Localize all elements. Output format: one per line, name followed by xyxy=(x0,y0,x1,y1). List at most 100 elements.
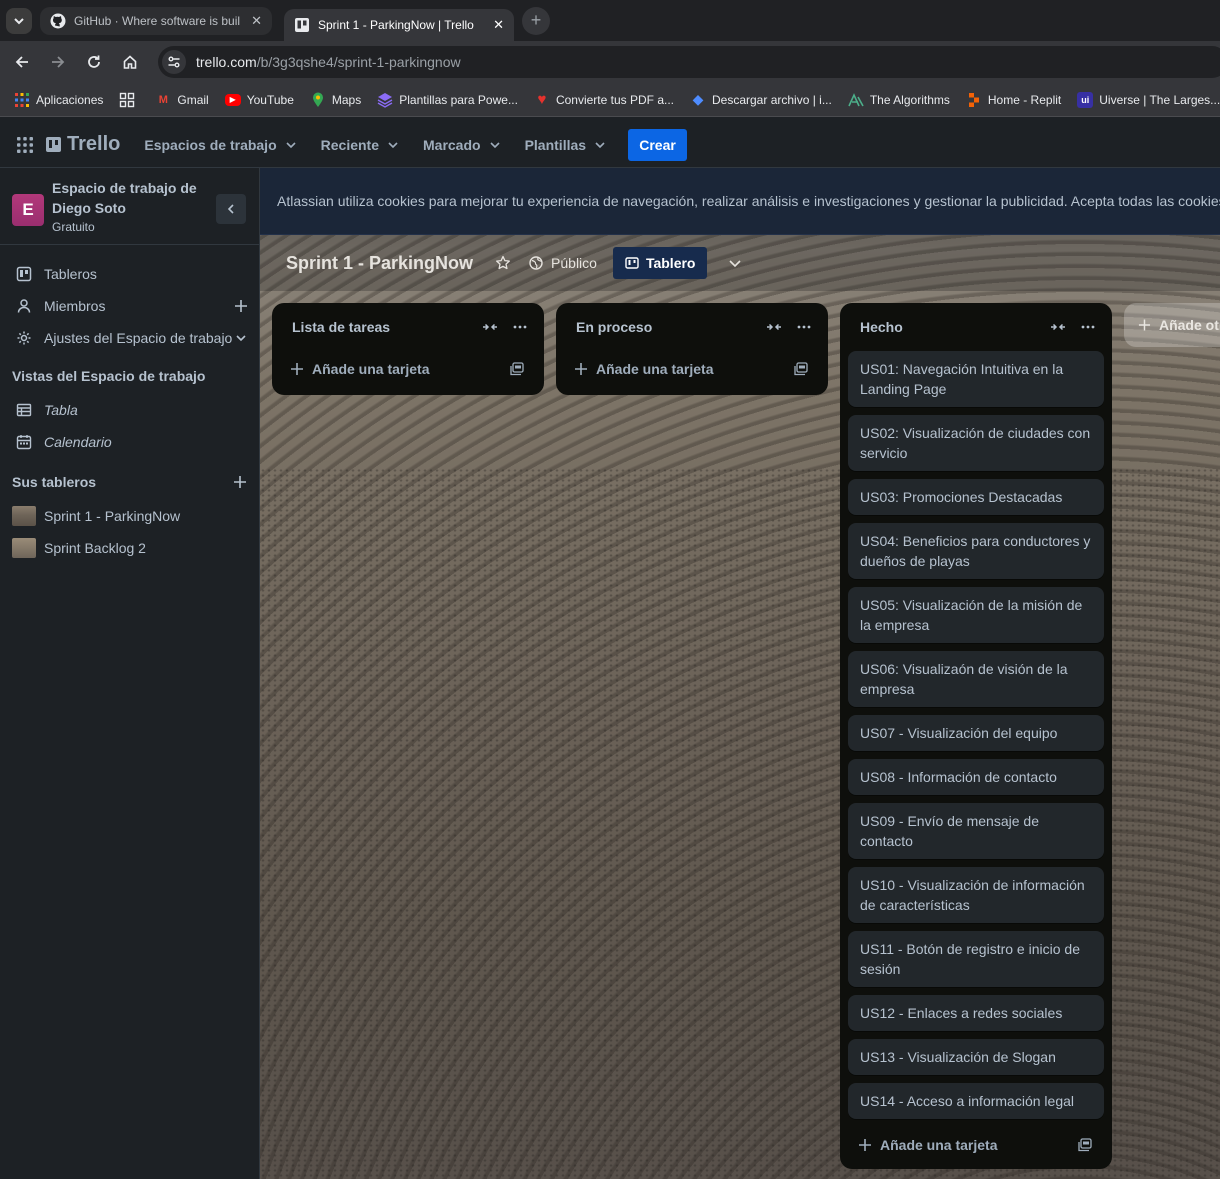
cookie-banner: Atlassian utiliza cookies para mejorar t… xyxy=(260,168,1220,235)
card[interactable]: US14 - Acceso a información legal xyxy=(848,1083,1104,1119)
add-list-button[interactable]: Añade otra lista xyxy=(1124,303,1220,347)
bookmark-youtube[interactable]: ▶ YouTube xyxy=(224,93,294,107)
plus-icon xyxy=(1138,319,1151,331)
plus-icon xyxy=(859,1139,871,1151)
sidebar-board-sprint-1[interactable]: Sprint 1 - ParkingNow xyxy=(0,500,259,532)
card[interactable]: US11 - Botón de registro e inicio de ses… xyxy=(848,931,1104,987)
card[interactable]: US13 - Visualización de Slogan xyxy=(848,1039,1104,1075)
sidebar-item-miembros[interactable]: Miembros xyxy=(0,290,259,322)
card[interactable]: US08 - Información de contacto xyxy=(848,759,1104,795)
close-tab-icon[interactable]: ✕ xyxy=(251,13,262,29)
bookmark-descargar-archivo[interactable]: ◆ Descargar archivo | i... xyxy=(690,91,832,108)
add-member-plus-icon[interactable] xyxy=(233,298,249,314)
star-icon[interactable] xyxy=(495,255,511,271)
visibility-label: Público xyxy=(551,255,597,271)
all-bookmarks-grid-icon[interactable] xyxy=(119,92,135,108)
board-view-icon xyxy=(625,257,639,269)
card-template-icon[interactable] xyxy=(1078,1138,1092,1152)
url-path: /b/3g3qshe4/sprint-1-parkingnow xyxy=(256,54,461,70)
workspace-name[interactable]: Espacio de trabajo de Diego Soto xyxy=(52,178,212,218)
more-options-icon[interactable] xyxy=(796,319,812,335)
browser-tab-github[interactable]: GitHub · Where software is buil ✕ xyxy=(40,6,272,35)
bookmark-the-algorithms[interactable]: The Algorithms xyxy=(848,92,950,108)
board-view-button[interactable]: Tablero xyxy=(612,247,708,279)
visibility-button[interactable]: Público xyxy=(529,255,597,271)
sidebar-view-calendario[interactable]: Calendario xyxy=(0,426,259,458)
card[interactable]: US05: Visualización de la misión de la e… xyxy=(848,587,1104,643)
list-header[interactable]: En proceso xyxy=(564,303,820,351)
bookmark-label: Plantillas para Powe... xyxy=(399,92,518,107)
card[interactable]: US01: Navegación Intuitiva en la Landing… xyxy=(848,351,1104,407)
card[interactable]: US06: Visualizaón de visión de la empres… xyxy=(848,651,1104,707)
chevron-left-icon xyxy=(227,204,234,214)
sidebar-item-tableros[interactable]: Tableros xyxy=(0,258,259,290)
add-board-plus-icon[interactable] xyxy=(232,474,248,490)
bookmark-convierte-pdf[interactable]: ♥ Convierte tus PDF a... xyxy=(534,91,675,108)
back-arrow-icon[interactable] xyxy=(8,48,36,76)
calendar-icon xyxy=(16,435,32,450)
collapse-list-icon[interactable] xyxy=(1050,320,1066,334)
workspace-avatar[interactable]: E xyxy=(12,194,44,226)
card[interactable]: US09 - Envío de mensaje de contacto xyxy=(848,803,1104,859)
card[interactable]: US04: Beneficios para conductores y dueñ… xyxy=(848,523,1104,579)
bookmark-uiverse[interactable]: ui Uiverse | The Larges... xyxy=(1077,91,1220,108)
nav-marcado[interactable]: Marcado xyxy=(423,137,501,153)
collapse-list-icon[interactable] xyxy=(482,320,498,334)
nav-label: Espacios de trabajo xyxy=(144,136,277,153)
board-title[interactable]: Sprint 1 - ParkingNow xyxy=(286,253,473,274)
more-options-icon[interactable] xyxy=(512,319,528,335)
card[interactable]: US03: Promociones Destacadas xyxy=(848,479,1104,515)
card-template-icon[interactable] xyxy=(510,362,524,376)
collapse-sidebar-button[interactable] xyxy=(216,194,246,224)
site-settings-icon[interactable] xyxy=(162,50,186,74)
collapse-list-icon[interactable] xyxy=(766,320,782,334)
home-icon[interactable] xyxy=(116,48,144,76)
nav-espacios-de-trabajo[interactable]: Espacios de trabajo xyxy=(144,137,296,153)
sidebar-view-label: Tabla xyxy=(44,402,78,418)
app-switcher-icon[interactable] xyxy=(16,136,34,154)
new-tab-plus-icon[interactable]: + xyxy=(522,6,550,35)
add-card-label: Añade una tarjeta xyxy=(880,1137,998,1153)
list-header[interactable]: Hecho xyxy=(848,303,1104,351)
more-options-icon[interactable] xyxy=(1080,319,1096,335)
view-label: Tablero xyxy=(645,255,696,271)
chevron-down-icon xyxy=(236,335,246,342)
gear-icon xyxy=(17,331,31,345)
sidebar-board-label: Sprint 1 - ParkingNow xyxy=(44,508,181,524)
close-tab-icon[interactable]: ✕ xyxy=(493,17,504,33)
sidebar-board-label: Sprint Backlog 2 xyxy=(44,540,146,556)
forward-arrow-icon[interactable] xyxy=(44,48,72,76)
add-card-button[interactable]: Añade una tarjeta xyxy=(848,1127,1104,1163)
sidebar-item-ajustes[interactable]: Ajustes del Espacio de trabajo xyxy=(0,322,259,354)
sidebar-board-sprint-backlog-2[interactable]: Sprint Backlog 2 xyxy=(0,532,259,564)
trello-logo[interactable]: Trello xyxy=(46,133,120,156)
board-icon xyxy=(16,266,32,282)
nav-plantillas[interactable]: Plantillas xyxy=(525,137,606,153)
sidebar-view-tabla[interactable]: Tabla xyxy=(0,394,259,426)
card[interactable]: US02: Visualización de ciudades con serv… xyxy=(848,415,1104,471)
nav-reciente[interactable]: Reciente xyxy=(321,137,399,153)
bookmark-maps[interactable]: Maps xyxy=(310,92,361,108)
card[interactable]: US07 - Visualización del equipo xyxy=(848,715,1104,751)
list-header[interactable]: Lista de tareas xyxy=(280,303,536,351)
bookmark-plantillas[interactable]: Plantillas para Powe... xyxy=(377,92,518,108)
boards-section-title: Sus tableros xyxy=(12,474,97,490)
reload-icon[interactable] xyxy=(80,48,108,76)
card[interactable]: US10 - Visualización de información de c… xyxy=(848,867,1104,923)
tab-search-chevron-icon[interactable] xyxy=(6,7,32,34)
add-card-button[interactable]: Añade una tarjeta xyxy=(564,351,820,387)
address-bar[interactable]: trello.com/b/3g3qshe4/sprint-1-parkingno… xyxy=(158,46,1220,78)
bookmark-replit[interactable]: Home - Replit xyxy=(966,92,1061,108)
board-thumbnail xyxy=(12,506,36,526)
bookmark-aplicaciones[interactable]: Aplicaciones xyxy=(14,92,103,108)
switch-view-chevron-icon[interactable] xyxy=(719,247,751,279)
card[interactable]: US12 - Enlaces a redes sociales xyxy=(848,995,1104,1031)
plus-icon xyxy=(575,363,587,375)
browser-tab-strip: GitHub · Where software is buil ✕ Sprint… xyxy=(0,0,1220,41)
bookmark-gmail[interactable]: M Gmail xyxy=(155,92,209,108)
card-template-icon[interactable] xyxy=(794,362,808,376)
browser-toolbar: trello.com/b/3g3qshe4/sprint-1-parkingno… xyxy=(0,41,1220,83)
create-button[interactable]: Crear xyxy=(628,128,688,161)
browser-tab-trello[interactable]: Sprint 1 - ParkingNow | Trello ✕ xyxy=(284,8,514,41)
add-card-button[interactable]: Añade una tarjeta xyxy=(280,351,536,387)
